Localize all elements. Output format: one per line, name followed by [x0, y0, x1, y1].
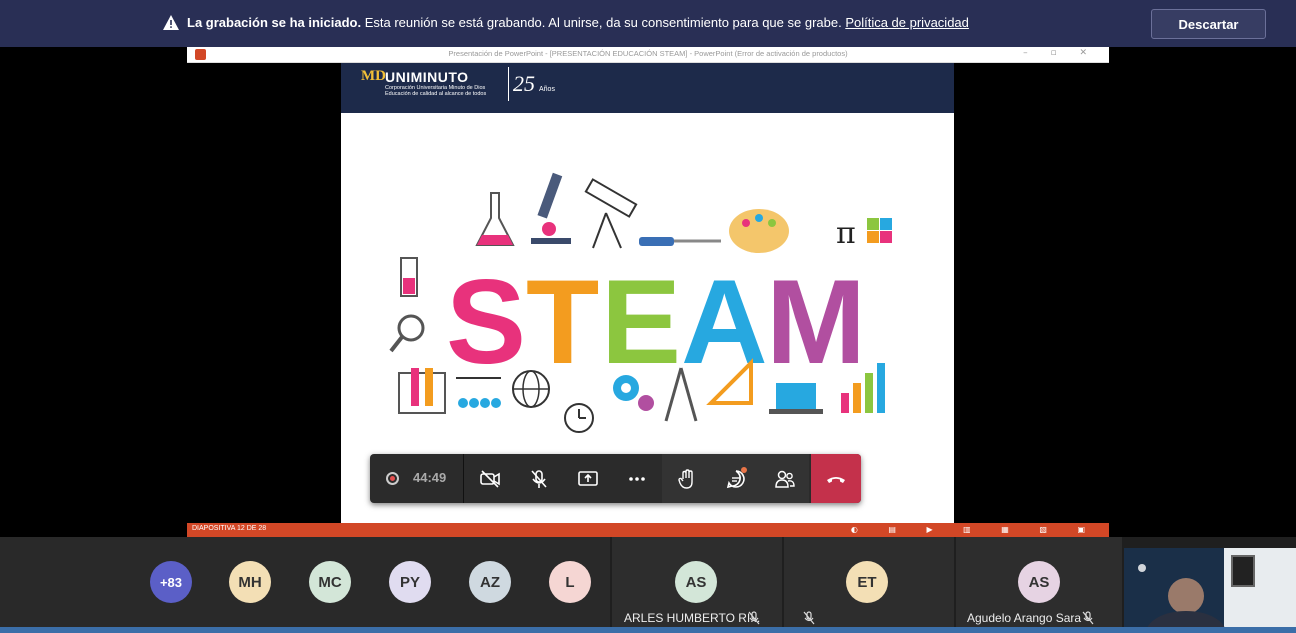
camera-off-icon	[479, 469, 500, 488]
participant-avatar[interactable]: MC	[309, 561, 351, 603]
recording-banner: La grabación se ha iniciado. Esta reunió…	[0, 0, 1296, 47]
more-icon	[628, 476, 645, 481]
raise-hand-icon	[677, 468, 693, 489]
globe-icon	[512, 370, 550, 408]
participant-name: ARLES HUMBERTO RI...	[624, 611, 761, 625]
participants-button[interactable]	[760, 454, 809, 503]
steam-letters: S T E A M	[446, 255, 866, 389]
ppt-window-controls: – ▫ ✕	[1023, 48, 1097, 58]
letter-a: A	[681, 255, 768, 389]
letter-s: S	[446, 255, 526, 389]
letter-e: E	[601, 255, 681, 389]
anniversary-number: 25	[513, 71, 535, 96]
more-options-button[interactable]	[612, 454, 661, 503]
test-tubes-rack-icon	[398, 368, 446, 414]
ppt-status-bar: DIAPOSITIVA 12 DE 28 ◐ ▤ ▶ ▥ ▦ ▧ ▣	[187, 523, 1109, 537]
mic-toggle-button[interactable]	[514, 454, 563, 503]
slide-header: MD UNIMINUTO Corporación Universitaria M…	[341, 63, 954, 113]
privacy-policy-link[interactable]: Política de privacidad	[845, 15, 969, 30]
hang-up-button[interactable]	[811, 454, 861, 503]
ppt-view-icons: ◐ ▤ ▶ ▥ ▦ ▧ ▣	[850, 525, 1099, 534]
banner-bold-text: La grabación se ha iniciado.	[187, 15, 362, 30]
steam-illustration: π S T E A M	[389, 172, 892, 433]
participant-tile[interactable]: AS ARLES HUMBERTO RI...	[612, 537, 782, 633]
avatar-group: +83 MH MC PY AZ L	[0, 537, 610, 633]
hang-up-icon	[827, 476, 845, 483]
ppt-window-title: Presentación de PowerPoint - [PRESENTACI…	[448, 49, 848, 58]
participant-avatar[interactable]: PY	[389, 561, 431, 603]
logo-divider	[508, 67, 509, 101]
mic-off-icon	[1082, 611, 1094, 625]
ppt-titlebar: Presentación de PowerPoint - [PRESENTACI…	[187, 47, 1109, 63]
participant-avatar[interactable]: AZ	[469, 561, 511, 603]
pi-symbol: π	[836, 216, 856, 251]
logo-subtitle-2: Educación de calidad al alcance de todos	[385, 91, 487, 97]
chat-button[interactable]	[711, 454, 760, 503]
letter-t: T	[526, 255, 599, 389]
banner-text: Esta reunión se está grabando. Al unirse…	[361, 15, 846, 30]
dismiss-button[interactable]: Descartar	[1151, 9, 1266, 39]
screwdriver-icon	[639, 237, 721, 246]
mic-off-icon	[530, 469, 547, 488]
slide-number: DIAPOSITIVA 12 DE 28	[192, 525, 267, 532]
overflow-participants-button[interactable]: +83	[150, 561, 192, 603]
participant-avatar: ET	[846, 561, 888, 603]
anniversary-label: Años	[539, 86, 555, 93]
math-tiles-icon	[867, 218, 892, 243]
participant-tile[interactable]: AS Agudelo Arango Sara	[956, 537, 1122, 633]
flask-icon	[475, 192, 515, 246]
participant-avatar[interactable]: L	[549, 561, 591, 603]
laptop-wifi-icon	[769, 383, 823, 414]
warning-icon	[163, 15, 179, 30]
microscope-icon	[531, 172, 571, 244]
magnifier-icon	[389, 314, 425, 353]
video-feed	[1124, 548, 1296, 633]
palette-icon	[729, 209, 789, 253]
clock-icon	[564, 403, 594, 433]
participant-name: Agudelo Arango Sara	[967, 611, 1082, 625]
meeting-controls-bar: 44:49	[370, 454, 861, 503]
mic-off-icon	[748, 611, 760, 625]
participant-strip: +83 MH MC PY AZ L AS ARLES HUMBERTO RI..…	[0, 537, 1296, 633]
controls-divider	[463, 454, 464, 503]
mic-off-icon	[803, 611, 815, 625]
participant-avatar[interactable]: MH	[229, 561, 271, 603]
letter-m: M	[766, 255, 866, 389]
uniminuto-logo-mark: MD	[361, 68, 386, 84]
raise-hand-button[interactable]	[662, 454, 711, 503]
participant-avatar: AS	[675, 561, 717, 603]
participants-icon	[774, 470, 795, 488]
self-video-tile[interactable]	[1124, 548, 1296, 633]
camera-toggle-button[interactable]	[465, 454, 514, 503]
participant-tile[interactable]: ET	[784, 537, 954, 633]
chat-notification-dot	[741, 467, 747, 473]
telescope-icon	[584, 178, 638, 249]
participant-avatar: AS	[1018, 561, 1060, 603]
uniminuto-logo-name: UNIMINUTO	[385, 69, 469, 85]
share-screen-button[interactable]	[563, 454, 612, 503]
test-tube-icon	[400, 257, 418, 297]
recording-indicator-icon	[386, 472, 399, 485]
banner-message: La grabación se ha iniciado. Esta reunió…	[187, 15, 969, 30]
taskbar	[0, 627, 1296, 633]
meeting-timer: 44:49	[413, 470, 447, 485]
share-screen-icon	[577, 470, 598, 486]
